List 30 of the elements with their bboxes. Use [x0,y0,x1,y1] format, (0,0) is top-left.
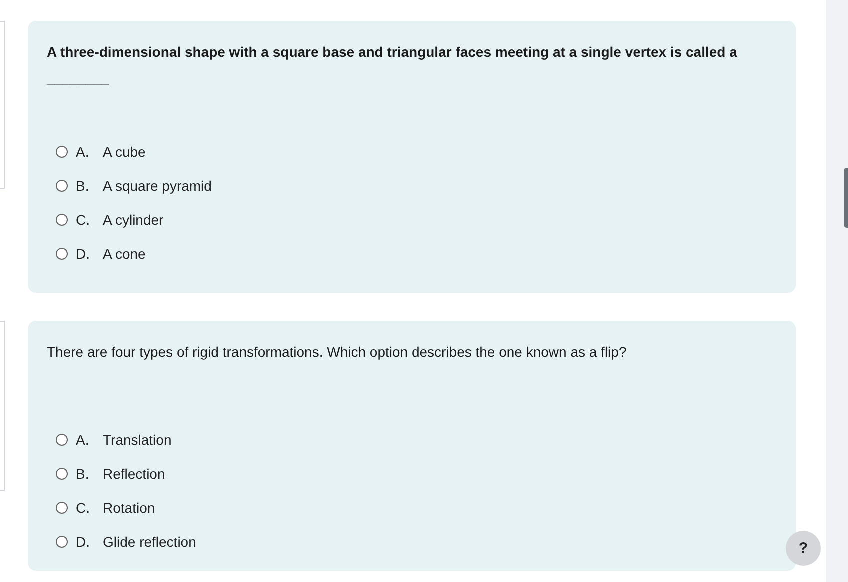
radio-button[interactable] [56,536,68,548]
help-button[interactable]: ? [786,531,821,566]
question-text: There are four types of rigid transformations. Which option describes the one known as a flip? [47,343,628,362]
option-label[interactable]: A cone [103,246,146,262]
option-letter: C. [76,212,91,228]
option-letter: B. [76,466,90,482]
option-label[interactable]: A cylinder [103,212,164,228]
option-letter: A. [76,144,90,160]
option-label[interactable]: Reflection [103,466,166,482]
option-letter: A. [76,432,90,448]
option-letter: B. [76,178,90,194]
option-letter: C. [76,500,91,516]
radio-button[interactable] [56,146,68,158]
option-letter: D. [76,534,91,550]
radio-button[interactable] [56,502,68,514]
scrollbar[interactable] [826,0,848,582]
radio-button[interactable] [56,214,68,226]
option-letter: D. [76,246,91,262]
radio-button[interactable] [56,468,68,480]
question-text: A three-dimensional shape with a square base and triangular faces meeting at a single vertex is called a [47,43,738,62]
option-label[interactable]: A cube [103,144,146,160]
radio-button[interactable] [56,180,68,192]
option-label[interactable]: A square pyramid [103,178,212,194]
option-label[interactable]: Rotation [103,500,156,516]
answer-blank: ________ [47,70,110,86]
radio-button[interactable] [56,248,68,260]
scrollbar-thumb[interactable] [844,168,848,228]
option-label[interactable]: Glide reflection [103,534,196,550]
radio-button[interactable] [56,434,68,446]
option-label[interactable]: Translation [103,432,172,448]
